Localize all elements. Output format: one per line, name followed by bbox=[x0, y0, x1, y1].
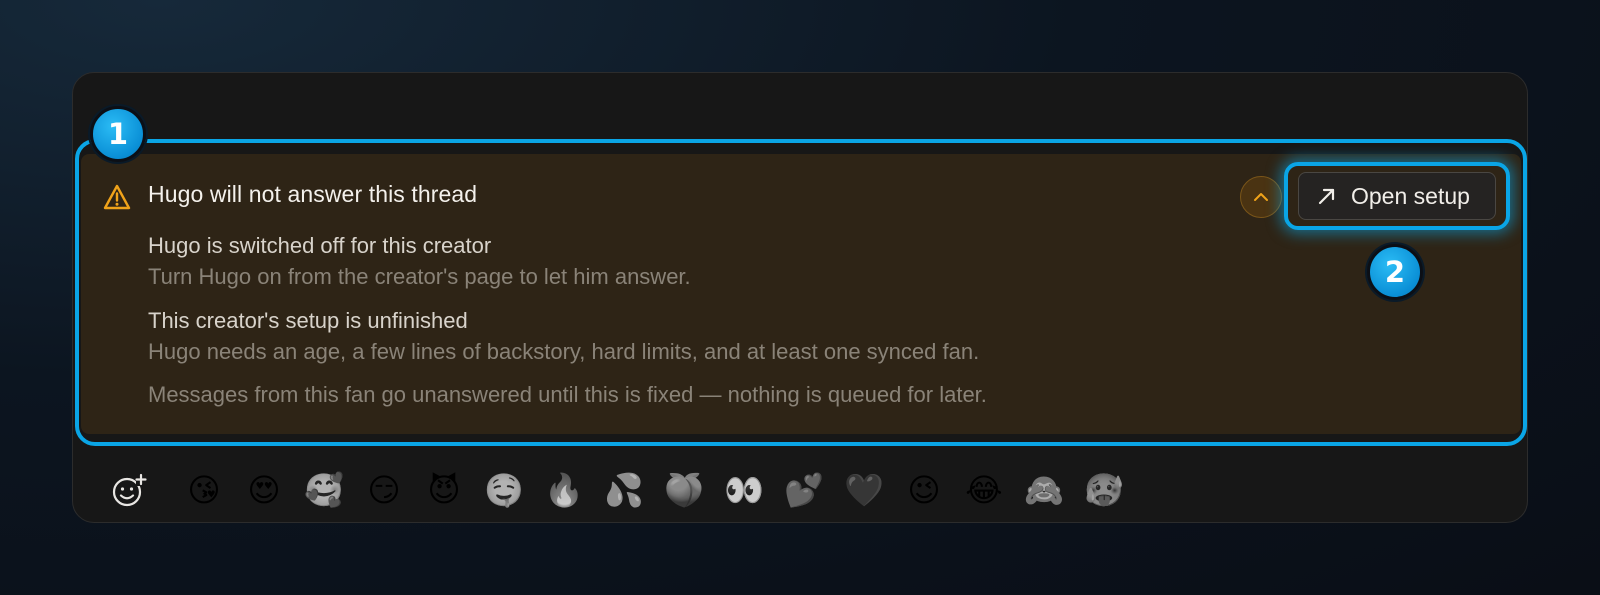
emoji-button[interactable]: 😘 bbox=[174, 470, 234, 510]
add-emoji-icon[interactable] bbox=[110, 471, 148, 509]
emoji-button[interactable]: 😂 bbox=[954, 470, 1014, 510]
emoji-button[interactable]: 💕 bbox=[774, 470, 834, 510]
emoji-button[interactable]: 👀 bbox=[714, 470, 774, 510]
emoji-button[interactable]: 🍑 bbox=[654, 470, 714, 510]
emoji-button[interactable]: 🖤 bbox=[834, 470, 894, 510]
emoji-button[interactable]: 😍 bbox=[234, 470, 294, 510]
emoji-button[interactable]: 😈 bbox=[414, 470, 474, 510]
callout-badge-1: 1 bbox=[90, 106, 146, 162]
highlight-outline-alert bbox=[75, 139, 1527, 446]
emoji-button[interactable]: 🔥 bbox=[534, 470, 594, 510]
emoji-button[interactable]: 🤤 bbox=[474, 470, 534, 510]
emoji-button[interactable]: 💦 bbox=[594, 470, 654, 510]
emoji-button[interactable]: 🥰 bbox=[294, 470, 354, 510]
emoji-bar: 😘 😍 🥰 😏 😈 🤤 🔥 💦 🍑 👀 💕 🖤 😉 😂 🙈 🥵 bbox=[106, 462, 1134, 518]
emoji-button[interactable]: 😉 bbox=[894, 470, 954, 510]
emoji-button[interactable]: 🥵 bbox=[1074, 470, 1134, 510]
emoji-button[interactable]: 😏 bbox=[354, 470, 414, 510]
callout-badge-2: 2 bbox=[1367, 244, 1423, 300]
emoji-button[interactable]: 🙈 bbox=[1014, 470, 1074, 510]
